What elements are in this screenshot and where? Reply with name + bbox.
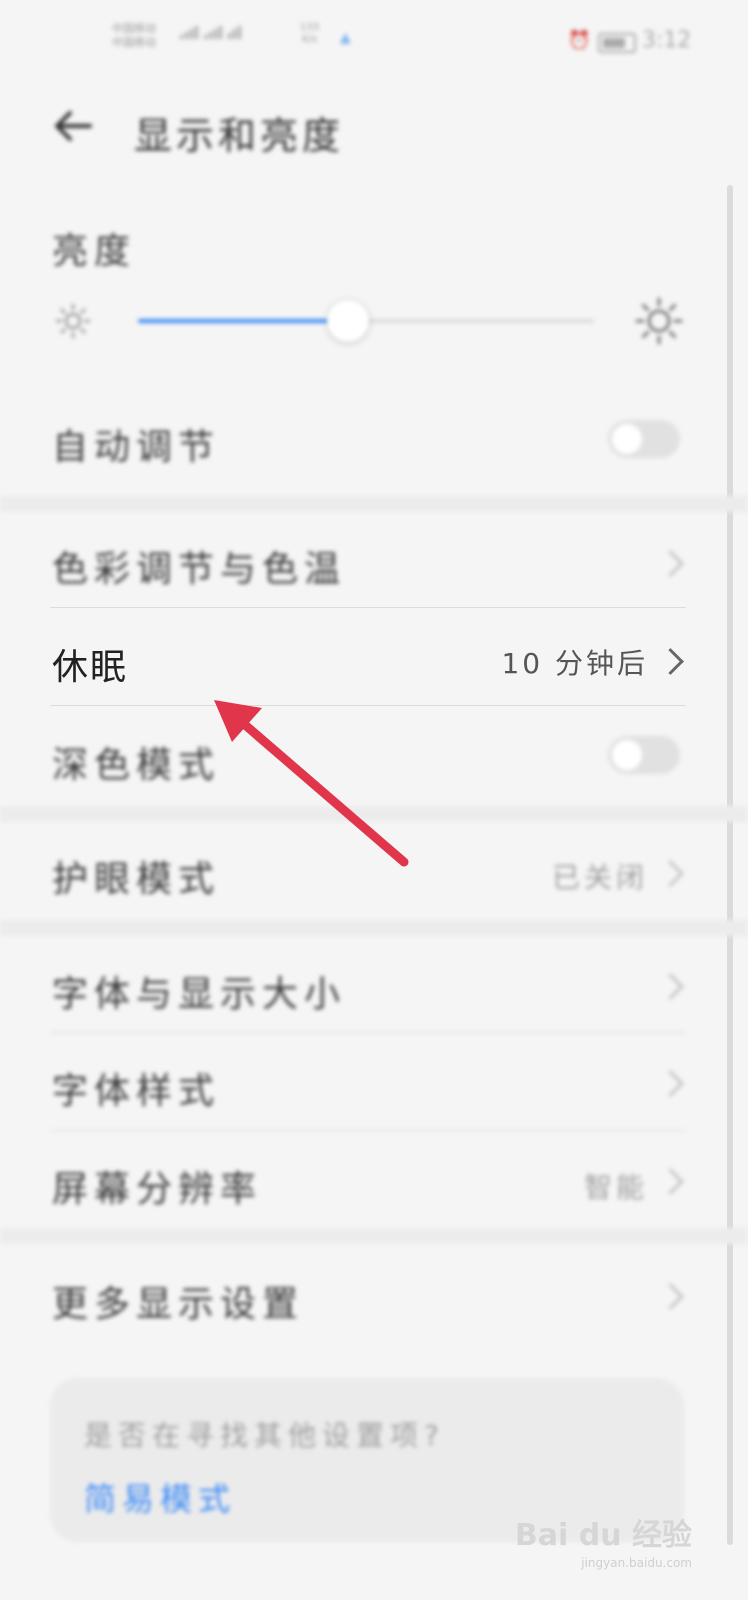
- watermark-url: jingyan.baidu.com: [581, 1556, 692, 1570]
- watermark-brand: Bai du 经验: [514, 1518, 692, 1553]
- annotation-arrow-icon: [214, 700, 409, 867]
- watermark-logo: Bai du 经验 jingyan.baidu.com: [515, 1510, 692, 1570]
